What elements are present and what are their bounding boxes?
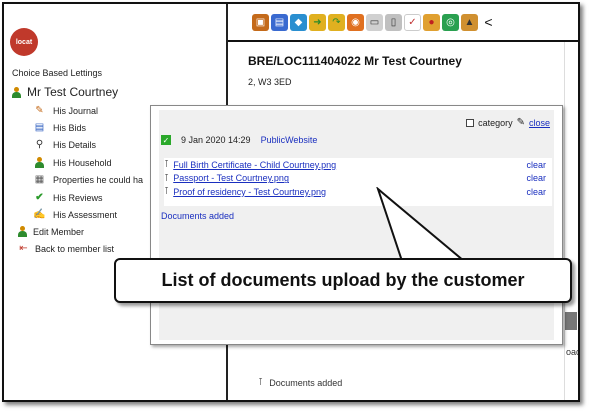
history-docs-added-label: Documents added bbox=[269, 377, 343, 388]
document-list: ⊺ Full Birth Certificate - Child Courtne… bbox=[164, 158, 552, 206]
documents-popup: category ✎ close ✓ 9 Jan 2020 14:29 Publ… bbox=[150, 105, 563, 345]
member-nav: ✎ His Journal ▤ His Bids ⚲ His Details H… bbox=[33, 102, 143, 224]
clear-link[interactable]: clear bbox=[526, 173, 546, 183]
checklist-icon[interactable]: ✓ bbox=[404, 13, 421, 31]
paperclip-icon: ⊺ bbox=[164, 172, 170, 184]
partial-header-strip bbox=[565, 312, 577, 330]
share-icon[interactable]: < bbox=[480, 13, 497, 31]
sidebar-item-properties[interactable]: ▦ Properties he could ha bbox=[34, 172, 143, 189]
sidebar-item-bids[interactable]: ▤ His Bids bbox=[34, 119, 143, 136]
sidebar-item-journal[interactable]: ✎ His Journal bbox=[34, 102, 143, 119]
upload-source: PublicWebsite bbox=[260, 135, 318, 145]
edit-category-icon[interactable]: ✎ bbox=[517, 117, 525, 128]
callout-pointer bbox=[376, 187, 466, 261]
category-checkbox[interactable] bbox=[466, 118, 475, 127]
sidebar-item-label: His Details bbox=[53, 140, 97, 151]
stamp-icon[interactable]: ▲ bbox=[461, 13, 478, 31]
page-title: BRE/LOC111404022 Mr Test Courtney bbox=[248, 54, 462, 68]
list-item: ⊺ Full Birth Certificate - Child Courtne… bbox=[164, 158, 552, 172]
toolbar: ▣ ▤ ◆ ➜ ↷ ◉ ▭ ▯ ✓ ● ◎ ▲ < bbox=[228, 4, 578, 42]
back-arrow-icon: ⇤ bbox=[19, 243, 28, 255]
journal-icon: ✎ bbox=[35, 104, 44, 116]
household-icon bbox=[34, 157, 45, 169]
sidebar-item-household[interactable]: His Household bbox=[34, 154, 143, 171]
address-text: 2, W3 3ED bbox=[248, 77, 292, 87]
book-icon[interactable]: ▣ bbox=[252, 13, 269, 31]
member-name[interactable]: Mr Test Courtney bbox=[12, 85, 118, 99]
popup-header: category ✎ close bbox=[466, 117, 550, 128]
sidebar-item-label: His Bids bbox=[53, 123, 87, 134]
status-text: Documents added bbox=[161, 211, 235, 221]
upload-meta: ✓ 9 Jan 2020 14:29 PublicWebsite bbox=[161, 135, 317, 145]
category-label: category bbox=[478, 117, 513, 128]
phone-icon[interactable]: ▯ bbox=[385, 13, 402, 31]
sidebar-item-assessment[interactable]: ✍ His Assessment bbox=[33, 206, 143, 223]
sidebar-item-label: His Reviews bbox=[53, 192, 103, 203]
sidebar-item-label: His Assessment bbox=[53, 210, 118, 221]
paperclip-icon: ⊺ bbox=[258, 377, 264, 388]
sidebar-item-reviews[interactable]: ✔ His Reviews bbox=[34, 189, 143, 206]
partial-text: oad bbox=[566, 347, 580, 357]
edit-member-link[interactable]: Edit Member bbox=[18, 223, 114, 240]
document-icon[interactable]: ▤ bbox=[271, 13, 288, 31]
upload-date: 9 Jan 2020 14:29 bbox=[181, 135, 251, 145]
tag-icon[interactable]: ◆ bbox=[290, 13, 307, 31]
export-icon[interactable]: ↷ bbox=[328, 13, 345, 31]
edit-member-label: Edit Member bbox=[33, 226, 85, 237]
forward-icon[interactable]: ➜ bbox=[309, 13, 326, 31]
people-icon[interactable]: ● bbox=[423, 13, 440, 31]
close-link[interactable]: close bbox=[529, 118, 550, 128]
search-icon: ⚲ bbox=[35, 139, 44, 151]
clear-link[interactable]: clear bbox=[526, 160, 546, 170]
checked-checkbox-icon[interactable]: ✓ bbox=[161, 135, 171, 145]
check-icon: ✔ bbox=[35, 191, 44, 203]
document-link[interactable]: Full Birth Certificate - Child Courtney.… bbox=[173, 160, 336, 170]
paperclip-icon: ⊺ bbox=[164, 186, 170, 198]
screenshot-frame: locat Choice Based Lettings Mr Test Cour… bbox=[2, 2, 580, 402]
sidebar-item-details[interactable]: ⚲ His Details bbox=[34, 137, 143, 154]
history-docs-added: ⊺ Documents added bbox=[258, 377, 342, 388]
popup-body: category ✎ close ✓ 9 Jan 2020 14:29 Publ… bbox=[159, 110, 554, 340]
sidebar-item-label: Properties he could ha bbox=[53, 175, 144, 186]
member-actions: Edit Member ⇤ Back to member list bbox=[18, 223, 114, 258]
person-icon bbox=[12, 86, 21, 98]
clear-link[interactable]: clear bbox=[526, 187, 546, 197]
member-name-label: Mr Test Courtney bbox=[27, 85, 119, 99]
assessment-icon: ✍ bbox=[33, 209, 46, 221]
app-logo: locat bbox=[10, 28, 38, 56]
section-title: Choice Based Lettings bbox=[12, 68, 103, 78]
list-item: ⊺ Passport - Test Courtney.png clear bbox=[164, 172, 552, 186]
photo-icon[interactable]: ◉ bbox=[347, 13, 364, 31]
globe-icon[interactable]: ◎ bbox=[442, 13, 459, 31]
document-link[interactable]: Passport - Test Courtney.png bbox=[173, 173, 289, 183]
card-icon[interactable]: ▭ bbox=[366, 13, 383, 31]
document-link[interactable]: Proof of residency - Test Courtney.png bbox=[173, 187, 326, 197]
callout-annotation: List of documents upload by the customer bbox=[114, 258, 572, 303]
sidebar-item-label: His Journal bbox=[53, 105, 99, 116]
properties-icon: ▦ bbox=[34, 174, 45, 186]
bids-icon: ▤ bbox=[34, 122, 45, 134]
list-item: ⊺ Proof of residency - Test Courtney.png… bbox=[164, 185, 552, 199]
sidebar-item-label: His Household bbox=[53, 157, 112, 168]
person-icon bbox=[18, 226, 27, 238]
back-to-member-list-link[interactable]: ⇤ Back to member list bbox=[18, 240, 114, 257]
back-label: Back to member list bbox=[35, 244, 115, 255]
paperclip-icon: ⊺ bbox=[164, 159, 170, 171]
